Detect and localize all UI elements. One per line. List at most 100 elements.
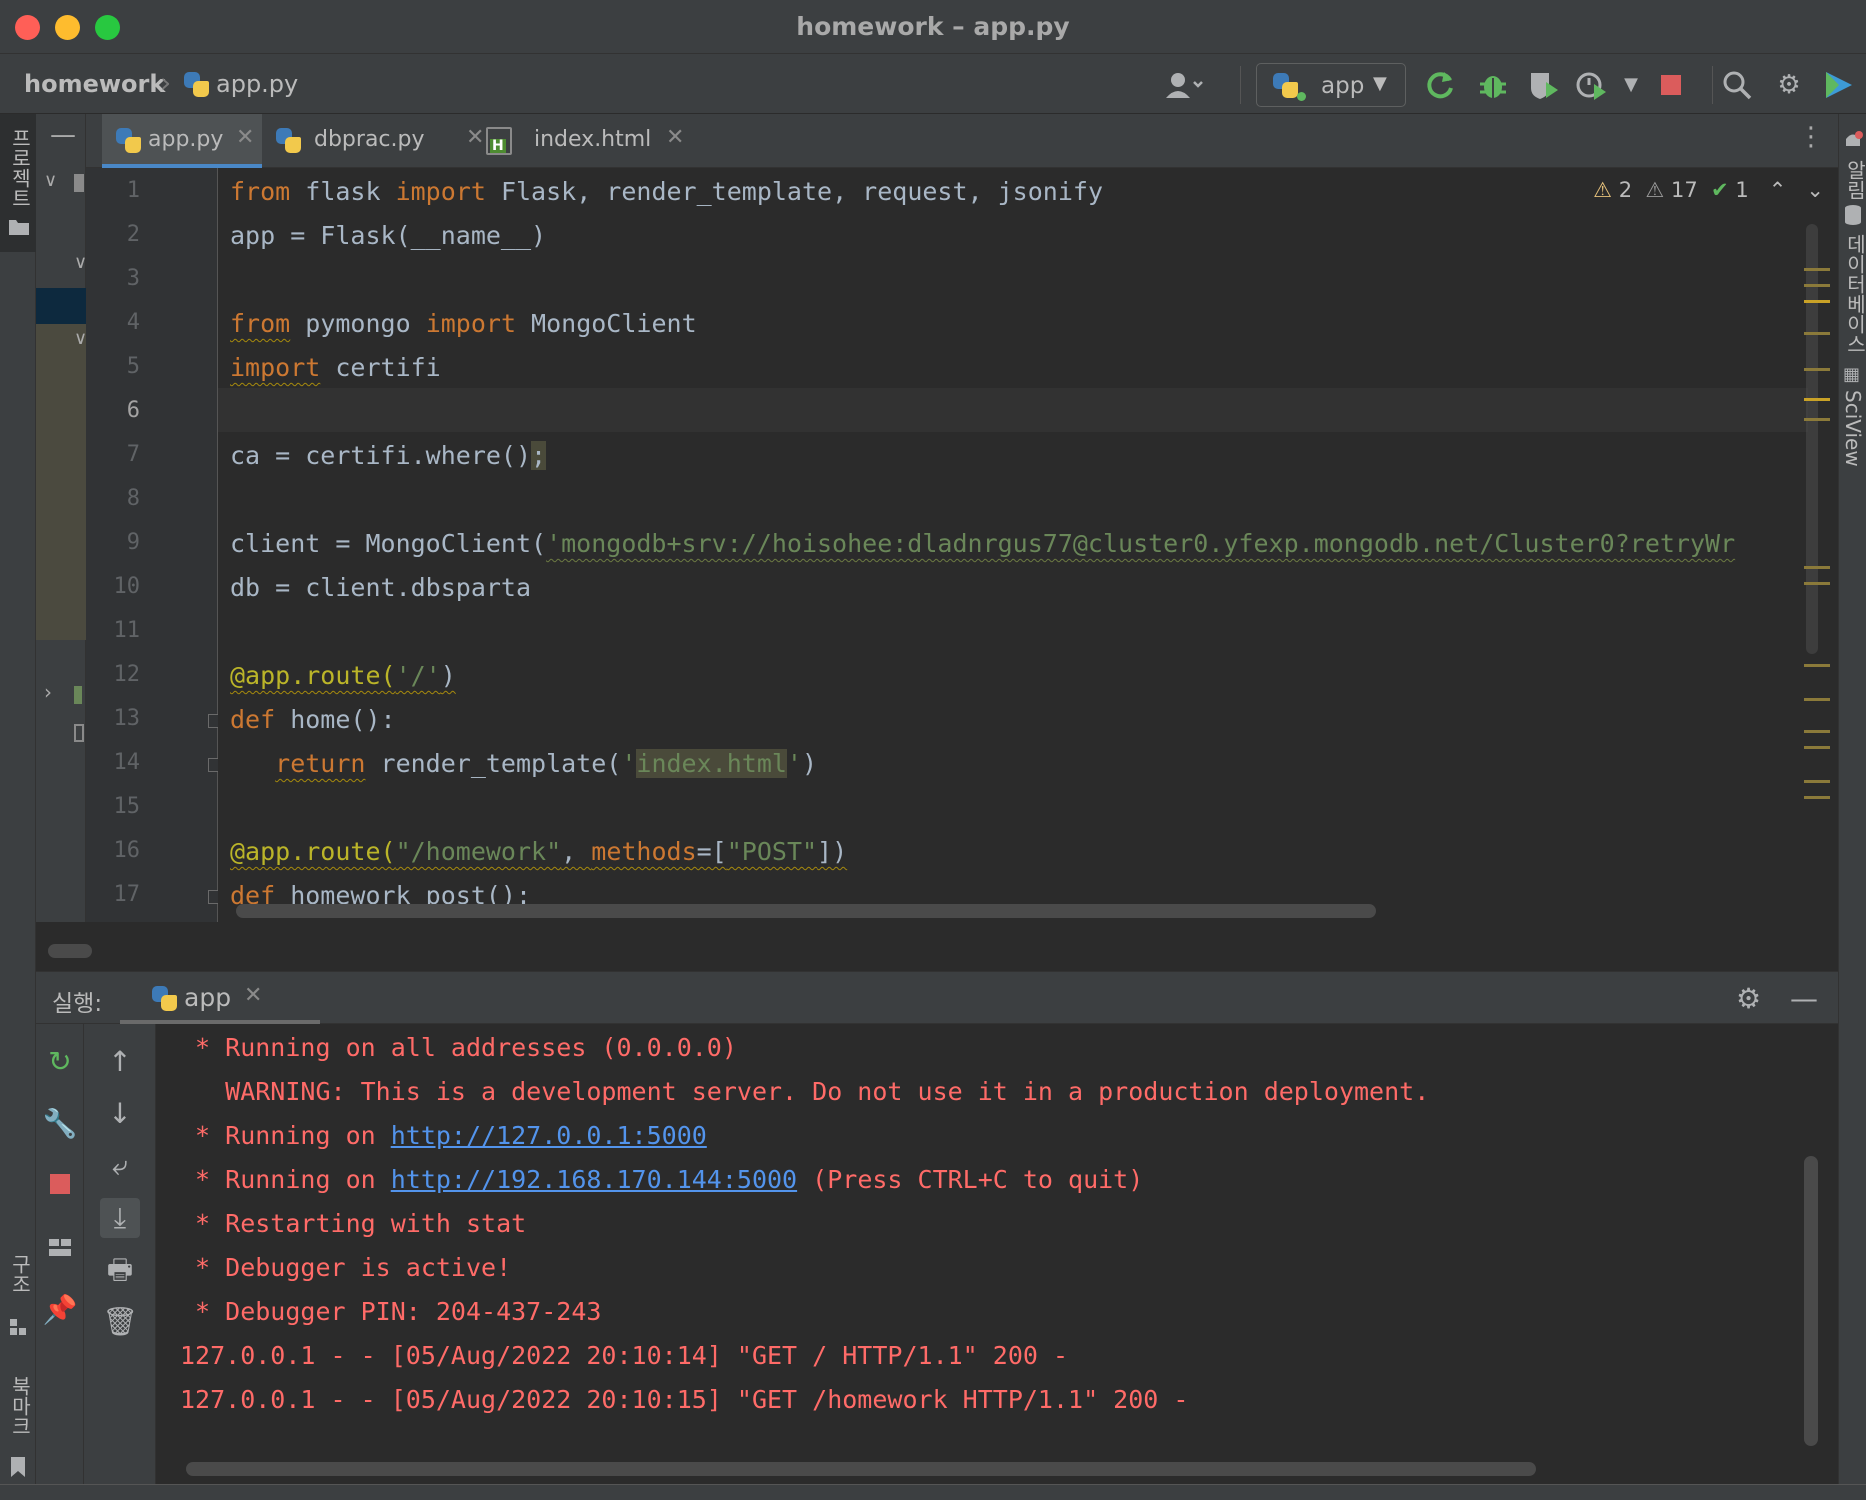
error-stripe-marker[interactable]: [1804, 730, 1830, 733]
tab-label: dbprac.py: [314, 127, 425, 152]
notifications-tool-tab[interactable]: 알림: [1839, 124, 1866, 204]
notifications-tool-label: 알림: [1843, 160, 1866, 200]
warning-count: 2: [1618, 178, 1633, 202]
layout-icon[interactable]: [40, 1228, 80, 1268]
next-highlight-icon[interactable]: ⌄: [1806, 178, 1824, 202]
toolbar-divider: [1240, 66, 1241, 104]
console-vertical-scrollbar[interactable]: [1804, 1156, 1818, 1446]
error-stripe-marker[interactable]: [1804, 566, 1830, 569]
debug-icon[interactable]: [1476, 68, 1510, 102]
console-horizontal-scrollbar[interactable]: [186, 1462, 1536, 1476]
pin-icon[interactable]: 📌: [40, 1290, 80, 1330]
project-horizontal-scrollbar[interactable]: [48, 944, 92, 958]
line-number: 3: [126, 266, 140, 291]
line-number: 4: [126, 310, 140, 335]
trash-icon[interactable]: 🗑: [100, 1302, 140, 1342]
console-line: * Debugger is active!: [180, 1253, 512, 1282]
arrow-down-icon[interactable]: ↓: [100, 1094, 140, 1134]
error-stripe-marker[interactable]: [1804, 418, 1830, 421]
database-tool-tab[interactable]: 데이터베이스: [1839, 204, 1866, 384]
breadcrumb-project[interactable]: homework: [24, 70, 165, 98]
console-line: * Debugger PIN: 204-437-243: [180, 1297, 602, 1326]
status-bar: [0, 1484, 1866, 1500]
database-tool-label: 데이터베이스: [1843, 234, 1866, 354]
error-stripe-marker[interactable]: [1804, 398, 1830, 401]
stop-icon[interactable]: [1654, 68, 1688, 102]
structure-tool-label: 구조: [8, 1254, 32, 1294]
wrench-icon[interactable]: 🔧: [40, 1104, 80, 1144]
code-editor[interactable]: from flask import Flask, render_template…: [218, 168, 1838, 922]
run-tab-app[interactable]: app ✕: [120, 972, 320, 1024]
search-icon[interactable]: [1720, 68, 1754, 102]
error-stripe-marker[interactable]: [1804, 300, 1830, 303]
error-stripe-marker[interactable]: [1804, 780, 1830, 783]
network-url-link[interactable]: http://192.168.170.144:5000: [391, 1165, 797, 1194]
sciview-tool-label: SciView: [1841, 390, 1865, 467]
project-tree-row-selected[interactable]: [36, 288, 86, 324]
arrow-up-icon[interactable]: ↑: [100, 1042, 140, 1082]
running-indicator: [1297, 92, 1306, 101]
tab-app-py[interactable]: app.py ✕: [102, 114, 262, 168]
python-file-icon: [116, 128, 142, 154]
soft-wrap-icon[interactable]: ⤶: [100, 1146, 140, 1186]
left-tool-strip: 프로젝트 구조 북마크: [0, 114, 36, 1500]
line-number: 16: [113, 838, 141, 863]
close-tab-icon[interactable]: ✕: [236, 125, 254, 150]
code-line-13: def home():: [230, 705, 396, 734]
weak-warning-count: 17: [1670, 178, 1698, 202]
close-tab-icon[interactable]: ✕: [666, 125, 684, 150]
bookmarks-tool-tab[interactable]: 북마크: [0, 1376, 36, 1496]
error-stripe-marker[interactable]: [1804, 746, 1830, 749]
sciview-tool-tab[interactable]: ▦ SciView: [1839, 364, 1866, 484]
error-stripe-marker[interactable]: [1804, 332, 1830, 335]
error-stripe-marker[interactable]: [1804, 284, 1830, 287]
error-stripe-marker[interactable]: [1804, 796, 1830, 799]
close-tab-icon[interactable]: ✕: [244, 983, 262, 1008]
title-bar: homework – app.py: [0, 0, 1866, 54]
gear-icon[interactable]: ⚙: [1736, 982, 1761, 1015]
more-tabs-icon[interactable]: ⋮: [1798, 122, 1824, 152]
error-stripe-marker[interactable]: [1804, 698, 1830, 701]
hide-panel-icon[interactable]: —: [1790, 982, 1818, 1015]
line-number: 10: [113, 574, 141, 599]
vertical-scrollbar[interactable]: [1806, 224, 1818, 654]
console-line: 127.0.0.1 - - [05/Aug/2022 20:10:14] "GE…: [180, 1341, 1069, 1370]
profile-icon[interactable]: [1574, 68, 1608, 102]
gear-icon[interactable]: ⚙: [1772, 68, 1806, 102]
error-stripe-marker[interactable]: [1804, 664, 1830, 667]
chevron-down-icon[interactable]: ▼: [1614, 68, 1648, 102]
warning-icon: ⚠: [1593, 178, 1613, 202]
print-icon[interactable]: 🖶: [100, 1250, 140, 1290]
user-icon[interactable]: [1164, 68, 1203, 102]
plugin-icon[interactable]: [1822, 68, 1856, 102]
project-panel[interactable]: — ∨ ∨ ∨ ›: [36, 114, 87, 972]
local-url-link[interactable]: http://127.0.0.1:5000: [391, 1121, 707, 1150]
coverage-icon[interactable]: [1526, 68, 1560, 102]
line-number-current: 6: [126, 398, 140, 423]
chevron-down-icon[interactable]: ∨: [44, 170, 57, 191]
chevron-right-icon[interactable]: ›: [44, 680, 52, 704]
line-number: 11: [113, 618, 141, 643]
error-stripe-marker[interactable]: [1804, 368, 1830, 371]
rerun-icon[interactable]: [1424, 68, 1458, 102]
error-stripe-marker[interactable]: [1804, 268, 1830, 271]
tab-dbprac-py[interactable]: dbprac.py ✕: [262, 114, 484, 168]
run-config-select[interactable]: app ▼: [1256, 63, 1406, 107]
structure-tool-tab[interactable]: 구조: [0, 1254, 36, 1364]
console-line: * Running on all addresses (0.0.0.0): [180, 1033, 737, 1062]
run-config-label: app: [1321, 73, 1365, 99]
horizontal-scrollbar[interactable]: [236, 904, 1376, 918]
inspection-widget[interactable]: ⚠ 2 ⚠ 17 ✔ 1 ⌃ ⌄: [1593, 178, 1824, 202]
stop-icon[interactable]: [40, 1166, 80, 1206]
run-console[interactable]: * Running on all addresses (0.0.0.0) WAR…: [156, 1024, 1838, 1500]
main-toolbar: homework › app.py app ▼ ▼ ⚙: [0, 54, 1866, 114]
breadcrumb-file[interactable]: app.py: [216, 70, 298, 98]
previous-highlight-icon[interactable]: ⌃: [1769, 178, 1787, 202]
scroll-to-end-icon[interactable]: ⤓: [100, 1198, 140, 1238]
error-stripe-marker[interactable]: [1804, 582, 1830, 585]
tab-index-html[interactable]: H index.html ✕: [442, 114, 684, 168]
collapse-panel-icon[interactable]: —: [50, 120, 76, 150]
tree-node-icon: [74, 724, 84, 742]
rerun-icon[interactable]: ↻: [40, 1042, 80, 1082]
project-tool-tab[interactable]: 프로젝트: [0, 114, 36, 252]
